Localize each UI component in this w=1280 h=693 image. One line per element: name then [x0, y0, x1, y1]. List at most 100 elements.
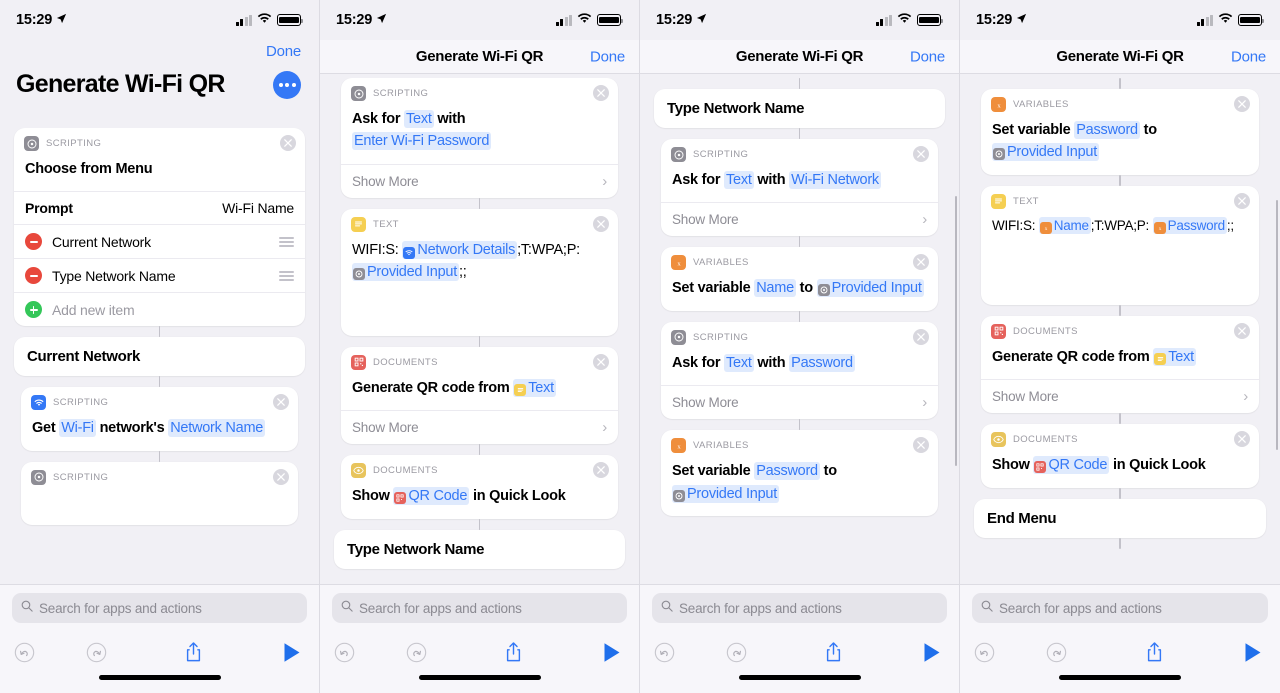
action-list-2[interactable]: SCRIPTING Ask for Text with Enter Wi-Fi …: [320, 78, 639, 577]
parameter-token-network-name[interactable]: Network Name: [168, 419, 266, 438]
parameter-token-provided-input[interactable]: Provided Input: [992, 143, 1100, 162]
play-button[interactable]: [1190, 642, 1262, 663]
close-icon[interactable]: [1234, 431, 1250, 448]
action-card-show-quicklook[interactable]: DOCUMENTS Show QR Code in Quick Look: [341, 455, 618, 519]
add-icon[interactable]: [25, 301, 42, 319]
undo-button[interactable]: [654, 642, 726, 663]
remove-icon[interactable]: [25, 267, 42, 285]
add-new-item-row[interactable]: Add new item: [14, 292, 305, 326]
close-icon[interactable]: [913, 254, 929, 271]
share-button[interactable]: [158, 641, 230, 663]
scrollbar[interactable]: [1275, 200, 1278, 450]
close-icon[interactable]: [913, 328, 929, 345]
parameter-token-qr-code[interactable]: QR Code: [393, 487, 470, 506]
action-card-text[interactable]: TEXT WIFI:S: Network Details ;T:WPA;P: Pr…: [341, 208, 618, 336]
undo-button[interactable]: [14, 642, 86, 663]
redo-button[interactable]: [1046, 642, 1118, 663]
drag-handle-icon[interactable]: [279, 271, 294, 281]
action-card-get-wifi-network-name[interactable]: SCRIPTING Get Wi-Fi network's Network Na…: [21, 387, 298, 451]
search-input[interactable]: Search for apps and actions: [972, 593, 1268, 623]
search-input[interactable]: Search for apps and actions: [12, 593, 307, 623]
action-card-ask-password[interactable]: SCRIPTING Ask for Text with Password Sho…: [661, 321, 938, 420]
done-button[interactable]: Done: [910, 48, 945, 65]
redo-button[interactable]: [86, 642, 158, 663]
close-icon[interactable]: [593, 85, 609, 101]
search-input[interactable]: Search for apps and actions: [332, 593, 627, 623]
card-title[interactable]: WIFI:S: Network Details ;T:WPA;P: Provide…: [341, 235, 618, 336]
play-button[interactable]: [869, 642, 941, 663]
parameter-token-variable-name[interactable]: Password: [754, 462, 820, 481]
action-card-choose-from-menu[interactable]: SCRIPTING Choose from Menu Prompt Wi-Fi …: [14, 128, 305, 327]
action-card-text[interactable]: TEXT WIFI:S: x Name ;T:WPA;P: x Password;;: [981, 185, 1259, 305]
menu-case-type-network-name[interactable]: Type Network Name: [334, 529, 625, 569]
drag-handle-icon[interactable]: [279, 237, 294, 247]
undo-button[interactable]: [974, 642, 1046, 663]
action-card-set-variable-password[interactable]: x VARIABLES Set variable Password to Pro…: [981, 89, 1259, 175]
close-icon[interactable]: [273, 468, 289, 485]
parameter-token-text[interactable]: Text: [724, 353, 754, 372]
close-icon[interactable]: [273, 394, 289, 411]
parameter-token-prompt[interactable]: Enter Wi-Fi Password: [352, 132, 492, 151]
card-title[interactable]: WIFI:S: x Name ;T:WPA;P: x Password;;: [981, 212, 1259, 305]
menu-item-label[interactable]: Current Network: [52, 234, 279, 250]
action-list-3[interactable]: Type Network Name SCRIPTING Ask for Text: [640, 78, 959, 577]
parameter-token-text[interactable]: Text: [724, 171, 754, 189]
action-list-1[interactable]: SCRIPTING Choose from Menu Prompt Wi-Fi …: [0, 128, 319, 577]
menu-item-row[interactable]: Type Network Name: [14, 258, 305, 292]
prompt-value[interactable]: Wi-Fi Name: [222, 200, 294, 216]
show-more-button[interactable]: Show More ›: [341, 410, 618, 444]
more-options-button[interactable]: [273, 70, 301, 99]
parameter-token-qr-code[interactable]: QR Code: [1033, 456, 1110, 475]
parameter-token-variable-name[interactable]: Password: [1074, 121, 1140, 139]
end-menu-card[interactable]: End Menu: [974, 498, 1266, 538]
menu-prompt-row[interactable]: Prompt Wi-Fi Name: [14, 191, 305, 224]
close-icon[interactable]: [593, 462, 609, 479]
action-card-generate-qr[interactable]: DOCUMENTS Generate QR code from Text Sho…: [341, 346, 618, 445]
close-icon[interactable]: [913, 437, 929, 454]
parameter-token-provided-input[interactable]: Provided Input: [816, 279, 924, 298]
done-button[interactable]: Done: [1231, 48, 1266, 65]
action-card-show-quicklook[interactable]: DOCUMENTS Show QR Code in Quick Look: [981, 424, 1259, 488]
show-more-button[interactable]: Show More ›: [341, 163, 618, 198]
redo-button[interactable]: [406, 642, 478, 663]
menu-item-label[interactable]: Type Network Name: [52, 268, 279, 284]
action-card-set-variable-name[interactable]: x VARIABLES Set variable Name to Provide…: [661, 247, 938, 311]
parameter-token-text[interactable]: Text: [513, 378, 556, 397]
parameter-token-variable-name[interactable]: Name: [754, 279, 796, 298]
action-card-ask-network[interactable]: SCRIPTING Ask for Text with Wi-Fi Networ…: [661, 139, 938, 237]
menu-item-row[interactable]: Current Network: [14, 224, 305, 258]
action-card-set-variable-password[interactable]: x VARIABLES Set variable Password to Pro…: [661, 430, 938, 517]
close-icon[interactable]: [593, 353, 609, 370]
parameter-token-wifi[interactable]: Wi-Fi: [59, 419, 96, 438]
menu-case-type-network-name[interactable]: Type Network Name: [654, 89, 945, 128]
action-card-partial[interactable]: SCRIPTING: [21, 461, 298, 526]
action-card-ask-password[interactable]: SCRIPTING Ask for Text with Enter Wi-Fi …: [341, 78, 618, 198]
parameter-token-text[interactable]: Text: [404, 110, 434, 128]
menu-case-current-network[interactable]: Current Network: [14, 337, 305, 377]
close-icon[interactable]: [593, 215, 609, 232]
search-input[interactable]: Search for apps and actions: [652, 593, 947, 623]
play-button[interactable]: [549, 642, 621, 663]
share-button[interactable]: [1118, 641, 1190, 663]
parameter-token-name[interactable]: x Name: [1038, 216, 1091, 234]
show-more-button[interactable]: Show More ›: [661, 385, 938, 419]
close-icon[interactable]: [1234, 322, 1250, 339]
add-new-item-label[interactable]: Add new item: [52, 302, 294, 318]
scrollbar[interactable]: [954, 196, 957, 466]
play-button[interactable]: [229, 642, 301, 663]
close-icon[interactable]: [1234, 192, 1250, 209]
remove-icon[interactable]: [25, 233, 42, 251]
share-button[interactable]: [798, 641, 870, 663]
parameter-token-network-details[interactable]: Network Details: [402, 240, 518, 259]
parameter-token-text[interactable]: Text: [1153, 347, 1196, 366]
done-button[interactable]: Done: [266, 43, 301, 60]
redo-button[interactable]: [726, 642, 798, 663]
undo-button[interactable]: [334, 642, 406, 663]
share-button[interactable]: [478, 641, 550, 663]
close-icon[interactable]: [280, 135, 296, 151]
action-list-4[interactable]: x VARIABLES Set variable Password to Pro…: [960, 78, 1280, 577]
action-card-generate-qr[interactable]: DOCUMENTS Generate QR code from Text Sho…: [981, 315, 1259, 414]
parameter-token-provided-input[interactable]: Provided Input: [672, 484, 780, 503]
parameter-token-password[interactable]: x Password: [1152, 216, 1227, 234]
close-icon[interactable]: [1234, 96, 1250, 112]
